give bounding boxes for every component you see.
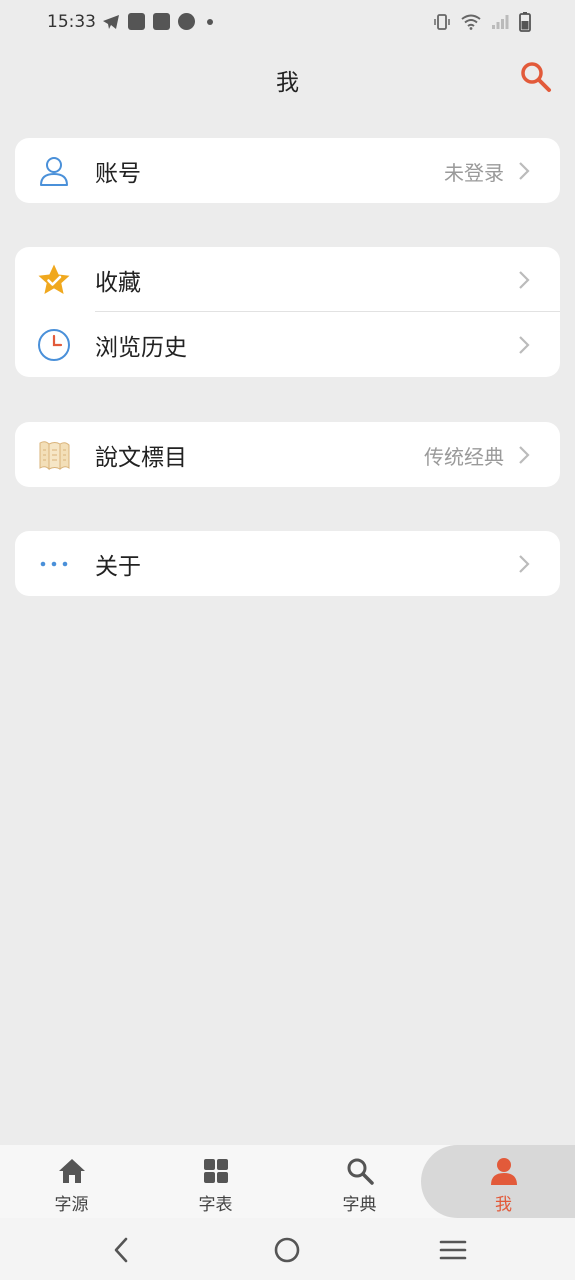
about-card: 关于 <box>15 531 560 596</box>
system-nav-bar <box>0 1218 575 1280</box>
battery-icon <box>519 12 531 32</box>
account-row[interactable]: 账号 未登录 <box>15 138 560 203</box>
tab-label: 字源 <box>54 1195 89 1215</box>
tab-label: 字表 <box>198 1195 233 1215</box>
back-icon[interactable] <box>107 1235 137 1265</box>
about-row[interactable]: 关于 <box>15 531 560 596</box>
shuowen-card: 說文標目 传统经典 <box>15 422 560 487</box>
speedometer-icon <box>178 13 195 30</box>
clock-icon <box>38 329 70 361</box>
shuowen-row[interactable]: 說文標目 传统经典 <box>15 422 560 487</box>
status-time: 15:33 <box>47 12 96 32</box>
chevron-right-icon <box>519 446 530 464</box>
notification-icons <box>102 13 213 30</box>
scroll-icon <box>39 441 70 471</box>
favorites-history-card: 收藏 浏览历史 <box>15 247 560 377</box>
person-icon <box>490 1158 517 1185</box>
tab-label: 字典 <box>342 1195 377 1215</box>
shuowen-value: 传统经典 <box>424 445 504 469</box>
tab-me[interactable]: 我 <box>432 1145 575 1218</box>
shopping-bag-icon <box>128 13 145 30</box>
search-icon <box>347 1158 374 1185</box>
wifi-icon <box>461 14 481 30</box>
bottom-tab-bar: 字源 字表 字典 我 <box>0 1145 575 1218</box>
user-outline-icon <box>40 157 68 186</box>
history-label: 浏览历史 <box>95 335 187 361</box>
favorites-row[interactable]: 收藏 <box>15 247 560 312</box>
shuowen-label: 說文標目 <box>95 445 187 471</box>
vibrate-icon <box>434 14 450 30</box>
chevron-right-icon <box>519 555 530 573</box>
recents-icon[interactable] <box>438 1235 468 1265</box>
system-icons <box>433 12 531 32</box>
more-dots-icon <box>40 561 68 567</box>
account-status: 未登录 <box>444 161 504 185</box>
star-check-icon <box>38 264 70 294</box>
grid-icon <box>203 1159 228 1183</box>
chevron-right-icon <box>519 271 530 289</box>
history-row[interactable]: 浏览历史 <box>15 312 560 377</box>
tab-zidian[interactable]: 字典 <box>288 1145 431 1218</box>
telegram-icon <box>103 14 119 29</box>
dot-icon <box>207 18 213 25</box>
status-bar: 15:33 <box>0 0 575 48</box>
search-icon[interactable] <box>519 60 553 94</box>
account-card: 账号 未登录 <box>15 138 560 203</box>
tab-ziyuan[interactable]: 字源 <box>0 1145 143 1218</box>
shopping-bag-icon <box>153 13 170 30</box>
home-icon <box>58 1159 85 1183</box>
tab-label: 我 <box>495 1195 512 1215</box>
home-circle-icon[interactable] <box>272 1235 302 1265</box>
account-label: 账号 <box>95 161 141 187</box>
tab-zibiao[interactable]: 字表 <box>144 1145 287 1218</box>
app-header: 我 <box>0 48 575 112</box>
chevron-right-icon <box>519 336 530 354</box>
favorites-label: 收藏 <box>95 270 141 296</box>
page-title: 我 <box>276 70 299 96</box>
signal-icon <box>492 15 509 29</box>
about-label: 关于 <box>95 554 141 580</box>
chevron-right-icon <box>519 162 530 180</box>
